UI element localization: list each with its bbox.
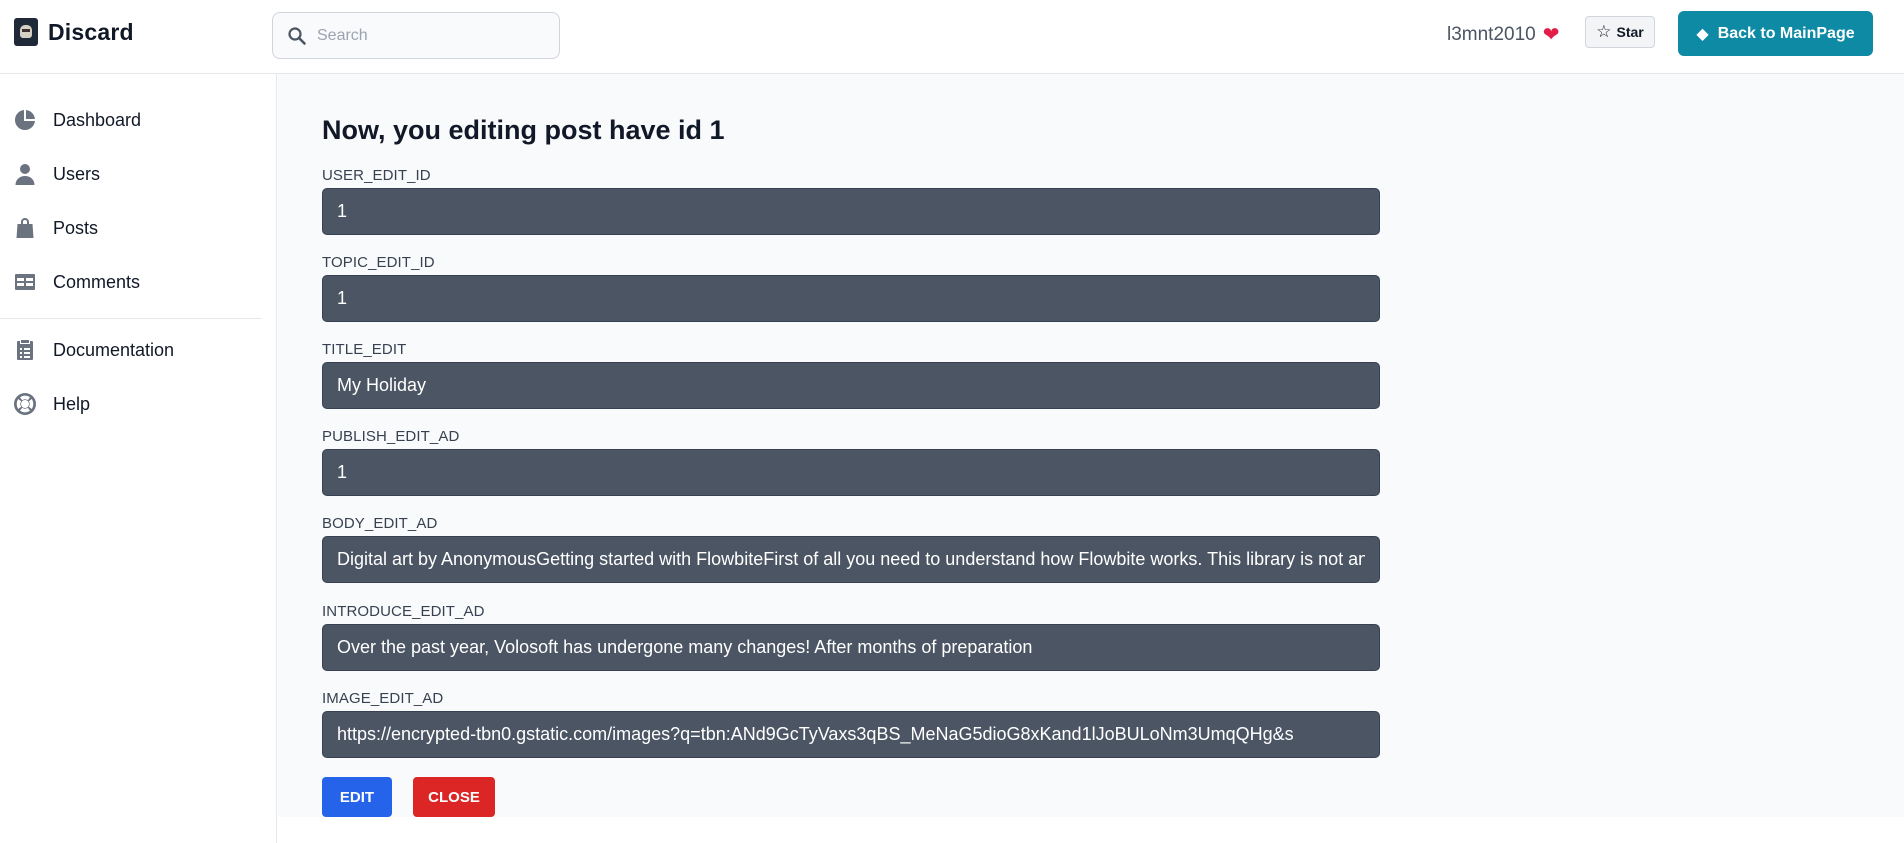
back-to-mainpage-label: Back to MainPage	[1717, 24, 1855, 42]
back-to-mainpage-button[interactable]: ◆ Back to MainPage	[1678, 11, 1873, 56]
sidebar-item-help[interactable]: Help	[13, 384, 90, 424]
image-edit-label: IMAGE_EDIT_AD	[322, 690, 444, 707]
gem-icon: ◆	[1696, 25, 1709, 43]
star-button-label: Star	[1616, 24, 1644, 40]
title-edit-input[interactable]	[322, 362, 1380, 409]
lifebuoy-icon	[14, 393, 36, 415]
sidebar-item-posts[interactable]: Posts	[13, 208, 98, 248]
sidebar-item-label: Help	[53, 393, 91, 414]
top-navbar: Discard l3mnt2010 ❤ ☆ Star ◆ Back to Mai…	[0, 0, 1904, 74]
edit-button[interactable]: EDIT	[322, 777, 392, 817]
table-icon	[15, 274, 35, 290]
brand[interactable]: Discard	[14, 18, 134, 46]
sidebar-item-documentation[interactable]: Documentation	[13, 330, 174, 370]
close-button[interactable]: CLOSE	[413, 777, 495, 817]
sidebar-item-label: Posts	[53, 217, 99, 238]
body-edit-label: BODY_EDIT_AD	[322, 515, 438, 532]
introduce-edit-label: INTRODUCE_EDIT_AD	[322, 603, 485, 620]
user-edit-id-input[interactable]	[322, 188, 1380, 235]
publish-edit-label: PUBLISH_EDIT_AD	[322, 428, 460, 445]
sidebar: Dashboard Users Posts Comments Documenta…	[0, 74, 277, 843]
sidebar-divider	[0, 318, 262, 319]
sidebar-item-label: Documentation	[53, 339, 175, 360]
heart-icon: ❤	[1542, 24, 1560, 46]
publish-edit-input[interactable]	[322, 449, 1380, 496]
main-content: Now, you editing post have id 1 USER_EDI…	[278, 74, 1904, 817]
username-label: l3mnt2010	[1447, 23, 1536, 45]
sidebar-item-dashboard[interactable]: Dashboard	[13, 100, 141, 140]
search-box[interactable]	[272, 12, 560, 59]
sidebar-item-label: Comments	[53, 271, 141, 292]
image-edit-input[interactable]	[322, 711, 1380, 758]
user-icon	[15, 164, 35, 185]
sidebar-item-label: Dashboard	[53, 109, 142, 130]
brand-name: Discard	[48, 18, 134, 45]
brand-logo	[14, 18, 38, 46]
topic-edit-id-input[interactable]	[322, 275, 1380, 322]
sidebar-item-comments[interactable]: Comments	[13, 262, 140, 302]
introduce-edit-input[interactable]	[322, 624, 1380, 671]
pie-chart-icon	[15, 110, 35, 130]
page-title: Now, you editing post have id 1	[322, 115, 725, 145]
search-input[interactable]	[317, 26, 547, 45]
user-edit-id-label: USER_EDIT_ID	[322, 167, 431, 184]
sidebar-item-label: Users	[53, 163, 101, 184]
star-button[interactable]: ☆ Star	[1585, 16, 1655, 48]
sidebar-item-users[interactable]: Users	[13, 154, 100, 194]
user-info: l3mnt2010 ❤	[1447, 22, 1560, 47]
title-edit-label: TITLE_EDIT	[322, 341, 407, 358]
search-icon	[288, 26, 306, 45]
clipboard-list-icon	[17, 340, 33, 360]
topic-edit-id-label: TOPIC_EDIT_ID	[322, 254, 435, 271]
body-edit-input[interactable]	[322, 536, 1380, 583]
star-icon: ☆	[1596, 22, 1612, 41]
shopping-bag-icon	[16, 218, 34, 238]
